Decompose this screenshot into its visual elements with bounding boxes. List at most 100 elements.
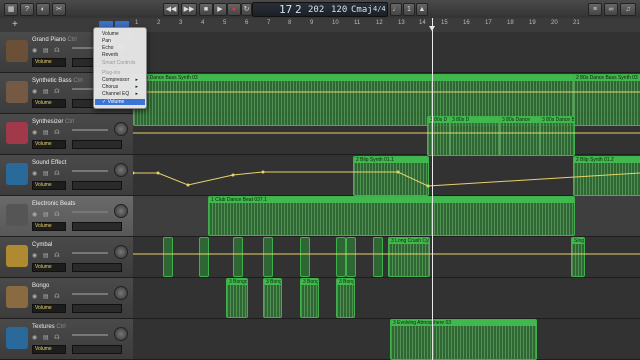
tuner-icon[interactable]: ♩ (390, 3, 402, 16)
track-buttons[interactable]: ◉ ▤ ☊ (32, 252, 62, 259)
track-header[interactable]: Electronic Beats ◉ ▤ ☊ Volume (0, 196, 133, 237)
track-header[interactable]: Textures Ctrl ◉ ▤ ☊ Volume (0, 319, 133, 360)
add-track-button[interactable]: + (12, 19, 18, 30)
playhead-cap[interactable] (429, 26, 435, 31)
track-header[interactable]: Bongo ◉ ▤ ☊ Volume (0, 278, 133, 319)
track-name[interactable]: Sound Effect (32, 160, 66, 166)
automation-parameter-menu-button[interactable] (72, 140, 122, 149)
automation-parameter-menu: Volume Pan Echo Reverb Smart Controls Pl… (93, 27, 147, 109)
volume-slider[interactable] (72, 211, 108, 213)
smart-controls-icon[interactable]: ◐ (36, 3, 50, 16)
track-name[interactable]: Cymbal (32, 242, 52, 248)
automation-mode-menu[interactable]: Volume (32, 345, 66, 354)
volume-slider[interactable] (72, 334, 108, 336)
ruler-bar-label: 13 (398, 20, 405, 26)
metronome-icon[interactable]: ▲ (416, 3, 428, 16)
menu-item-chorus[interactable]: Chorus ▸ (102, 84, 142, 90)
automation-point[interactable] (261, 170, 265, 174)
automation-point[interactable] (426, 184, 430, 188)
rewind-icon[interactable]: ◀◀ (163, 3, 179, 16)
notes-icon[interactable]: ≡ (588, 3, 602, 16)
volume-slider[interactable] (72, 170, 108, 172)
help-icon[interactable]: ? (20, 3, 34, 16)
track-header[interactable]: Synthesizer Ctrl ◉ ▤ ☊ Volume (0, 114, 133, 155)
ruler-bar-label: 3 (179, 20, 183, 26)
chevron-right-icon: ▸ (135, 77, 138, 83)
automation-parameter-menu-button[interactable] (72, 304, 122, 313)
automation-parameter-menu-button[interactable] (72, 181, 122, 190)
volume-slider[interactable] (72, 252, 108, 254)
menu-item-selected-volume[interactable]: ✓ Volume (95, 99, 145, 105)
ruler-bar-label: 17 (485, 20, 492, 26)
cycle-icon[interactable]: ↻ (241, 3, 252, 16)
track-header[interactable]: Sound Effect ◉ ▤ ☊ Volume (0, 155, 133, 196)
automation-mode-menu[interactable]: Volume (32, 304, 66, 313)
track-buttons[interactable]: ◉ ▤ ☊ (32, 170, 62, 177)
automation-parameter-menu-button[interactable] (72, 345, 122, 354)
automation-mode-menu[interactable]: Volume (32, 58, 66, 67)
ruler-bar-label: 1 (135, 20, 139, 26)
pan-knob[interactable] (114, 245, 128, 259)
automation-point[interactable] (396, 170, 400, 174)
countin-icon[interactable]: 1 (403, 3, 415, 16)
automation-mode-menu[interactable]: Volume (32, 140, 66, 149)
track-buttons[interactable]: ◉ ▤ ☊ (32, 47, 62, 54)
menu-item-volume[interactable]: Volume (102, 31, 119, 37)
automation-mode-menu[interactable]: Volume (32, 222, 66, 231)
ruler-bar-label: 20 (551, 20, 558, 26)
track-name[interactable]: Bongo (32, 283, 49, 289)
automation-point[interactable] (186, 183, 190, 187)
menu-item-compressor[interactable]: Compressor ▸ (102, 77, 142, 83)
pan-knob[interactable] (114, 286, 128, 300)
automation-curve[interactable] (133, 171, 640, 187)
automation-mode-menu[interactable]: Volume (32, 263, 66, 272)
automation-parameter-menu-button[interactable] (72, 263, 122, 272)
track-name[interactable]: Textures Ctrl (32, 324, 66, 330)
sparkle-icon (6, 327, 28, 349)
scissors-icon[interactable]: ✂ (52, 3, 66, 16)
track-name[interactable]: Electronic Beats (32, 201, 75, 207)
playhead[interactable] (432, 18, 433, 360)
lcd-bar: 17 (279, 3, 293, 16)
track-header[interactable]: Cymbal ◉ ▤ ☊ Volume (0, 237, 133, 278)
pan-knob[interactable] (114, 122, 128, 136)
track-buttons[interactable]: ◉ ▤ ☊ (32, 129, 62, 136)
synthesizer-icon (6, 122, 28, 144)
play-icon[interactable]: ▶ (213, 3, 227, 16)
track-buttons[interactable]: ◉ ▤ ☊ (32, 88, 62, 95)
automation-mode-menu[interactable]: Volume (32, 181, 66, 190)
menu-item-channel-eq[interactable]: Channel EQ ▸ (102, 91, 142, 97)
track-name[interactable]: Synthetic Bass Ctrl (32, 78, 83, 84)
fast-forward-icon[interactable]: ▶▶ (181, 3, 197, 16)
piano-icon (6, 40, 28, 62)
volume-slider[interactable] (72, 293, 108, 295)
pan-knob[interactable] (114, 163, 128, 177)
automation-mode-menu[interactable]: Volume (32, 99, 66, 108)
record-icon[interactable]: ● (227, 3, 241, 16)
volume-slider[interactable] (72, 129, 108, 131)
automation-point[interactable] (231, 173, 235, 177)
automation-parameter-menu-button[interactable] (72, 222, 122, 231)
stop-icon[interactable]: ■ (199, 3, 213, 16)
ruler-bar-label: 19 (529, 20, 536, 26)
track-name[interactable]: Grand Piano Ctrl (32, 37, 77, 43)
ruler[interactable]: 1 2 3 4 5 6 7 8 9 10 11 12 13 14 15 16 17 18 19 20 21 (133, 18, 640, 33)
automation-point[interactable] (156, 171, 160, 175)
menu-item-pan[interactable]: Pan (102, 38, 111, 44)
media-icon[interactable]: ♫ (620, 3, 636, 16)
ruler-bar-label: 16 (463, 20, 470, 26)
pan-knob[interactable] (114, 327, 128, 341)
automation-point[interactable] (133, 171, 135, 175)
track-buttons[interactable]: ◉ ▤ ☊ (32, 211, 62, 218)
ruler-bar-label: 6 (245, 20, 249, 26)
lcd-display[interactable]: 17 2 202 120 Cmaj 4/4 (252, 2, 388, 17)
library-icon[interactable]: ▦ (4, 3, 18, 16)
menu-item-reverb[interactable]: Reverb (102, 52, 118, 58)
loops-icon[interactable]: ∞ (604, 3, 618, 16)
pan-knob[interactable] (114, 204, 128, 218)
track-buttons[interactable]: ◉ ▤ ☊ (32, 293, 62, 300)
track-name[interactable]: Synthesizer Ctrl (32, 119, 74, 125)
arrange-area[interactable]: 2 80s Dance Bass Synth 03 2 80s Dance Bas… (133, 32, 640, 360)
menu-item-echo[interactable]: Echo (102, 45, 113, 51)
track-buttons[interactable]: ◉ ▤ ☊ (32, 334, 62, 341)
